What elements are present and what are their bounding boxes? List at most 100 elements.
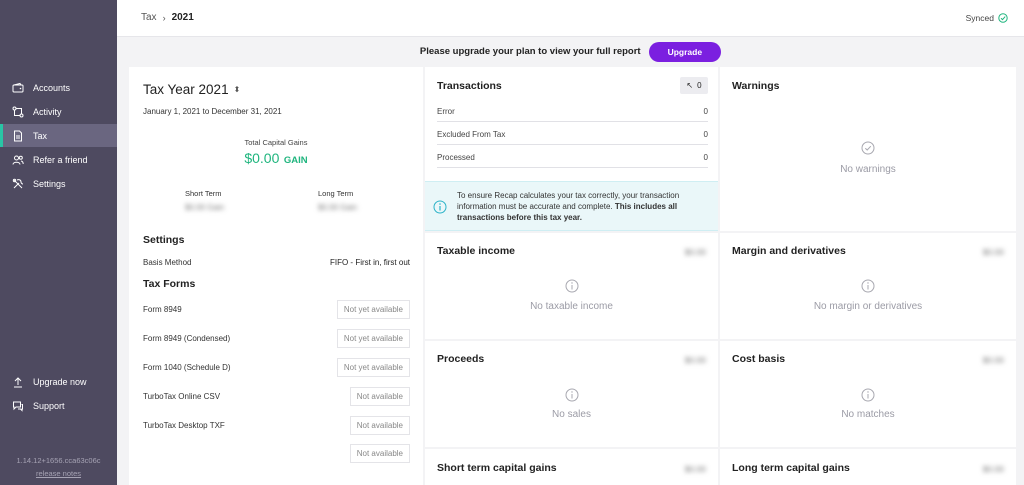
sidebar-item-support[interactable]: Support — [0, 394, 117, 417]
settings-heading: Settings — [143, 234, 185, 246]
tools-icon — [12, 178, 24, 190]
sidebar: Accounts Activity Tax Refer a friend Set… — [0, 0, 117, 485]
form-download-button[interactable]: Not available — [349, 415, 410, 435]
short-term-value: $0.00 Gain — [185, 203, 225, 212]
form-row: TurboTax Desktop TXF Not available — [143, 415, 410, 435]
page-title: Tax Year 2021 — [143, 82, 229, 97]
tax-year-selector[interactable]: Tax Year 2021 ⬍ — [143, 82, 240, 97]
release-notes-link[interactable]: release notes — [0, 469, 117, 478]
long-term-label: Long Term — [318, 189, 354, 198]
sidebar-item-upgrade[interactable]: Upgrade now — [0, 370, 117, 393]
info-notice: To ensure Recap calculates your tax corr… — [425, 181, 718, 231]
card-empty: No matches — [841, 409, 895, 420]
breadcrumb: Tax › 2021 — [141, 12, 194, 23]
transaction-row-error[interactable]: Error 0 — [437, 101, 708, 122]
card-empty: No taxable income — [530, 301, 613, 312]
margin-card: Margin and derivatives $0.00 No margin o… — [720, 233, 1016, 339]
form-label: Form 8949 (Condensed) — [143, 333, 231, 343]
sidebar-item-tax[interactable]: Tax — [0, 124, 117, 147]
card-value: $0.00 — [684, 464, 706, 474]
tax-summary-panel: Tax Year 2021 ⬍ January 1, 2021 to Decem… — [129, 67, 423, 485]
sync-status: Synced — [966, 13, 1008, 23]
gains-label: Total Capital Gains — [244, 138, 308, 147]
transactions-count-button[interactable]: ↖ 0 — [680, 77, 708, 94]
sort-icon: ⬍ — [233, 85, 241, 94]
info-icon — [565, 388, 578, 402]
transactions-panel: Transactions ↖ 0 Error 0 Excluded From T… — [425, 67, 718, 181]
form-label: Form 8949 — [143, 304, 182, 314]
sidebar-item-label: Refer a friend — [33, 154, 88, 165]
form-download-button[interactable]: Not yet available — [336, 299, 410, 319]
banner-text: Please upgrade your plan to view your fu… — [419, 46, 641, 57]
warnings-title: Warnings — [732, 80, 780, 92]
sidebar-item-label: Activity — [33, 106, 62, 117]
form-label: Form 1040 (Schedule D) — [143, 362, 231, 372]
card-value: $0.00 — [982, 355, 1004, 365]
sidebar-item-accounts[interactable]: Accounts — [0, 76, 117, 99]
sidebar-item-label: Upgrade now — [33, 376, 87, 387]
basis-method-row: Basis Method FIFO - First in, first out — [143, 252, 410, 272]
card-title: Long term capital gains — [732, 462, 850, 474]
info-icon — [861, 388, 875, 402]
date-range: January 1, 2021 to December 31, 2021 — [143, 107, 282, 116]
total-gains: $0.00 GAIN — [129, 150, 423, 166]
sidebar-item-refer[interactable]: Refer a friend — [0, 148, 117, 171]
short-term-gains-card: Short term capital gains $0.00 — [425, 449, 718, 485]
upgrade-button[interactable]: Upgrade — [648, 41, 722, 62]
card-title: Taxable income — [437, 245, 516, 257]
form-row: Form 8949 Not yet available — [143, 299, 410, 319]
row-value: 0 — [703, 106, 708, 116]
card-title: Margin and derivatives — [732, 245, 846, 257]
basis-method-value: FIFO - First in, first out — [329, 257, 410, 267]
info-icon — [565, 279, 578, 293]
sidebar-item-label: Tax — [33, 130, 48, 141]
warnings-panel: Warnings No warnings — [720, 67, 1016, 231]
version-text: 1.14.12+1656.cca63c06c — [16, 456, 101, 465]
info-icon — [861, 279, 875, 293]
form-row: TurboTax Online CSV Not available — [143, 386, 410, 406]
transactions-title: Transactions — [437, 80, 502, 92]
sidebar-item-activity[interactable]: Activity — [0, 100, 117, 123]
form-row: Not available — [143, 443, 410, 463]
gains-suffix: GAIN — [283, 155, 308, 166]
form-download-button[interactable]: Not yet available — [336, 328, 410, 348]
short-term-label: Short Term — [185, 189, 222, 198]
upgrade-banner: Please upgrade your plan to view your fu… — [117, 37, 1024, 66]
card-empty: No margin or derivatives — [813, 301, 923, 312]
sidebar-item-label: Settings — [33, 178, 66, 189]
sidebar-item-label: Support — [33, 400, 65, 411]
form-label: TurboTax Online CSV — [143, 391, 221, 401]
breadcrumb-current: 2021 — [171, 12, 194, 23]
sidebar-item-settings[interactable]: Settings — [0, 172, 117, 195]
form-download-button[interactable]: Not available — [349, 443, 410, 463]
form-download-button[interactable]: Not yet available — [336, 357, 410, 377]
form-download-button[interactable]: Not available — [349, 386, 410, 406]
long-term-value: $0.00 Gain — [318, 203, 358, 212]
card-value: $0.00 — [684, 247, 706, 257]
cost-basis-card: Cost basis $0.00 No matches — [720, 341, 1016, 447]
card-title: Cost basis — [732, 353, 786, 365]
info-icon — [433, 200, 447, 214]
row-label: Processed — [437, 152, 475, 162]
transaction-row-excluded[interactable]: Excluded From Tax 0 — [437, 124, 708, 145]
sync-status-label: Synced — [965, 13, 994, 23]
long-term-gains-card: Long term capital gains $0.00 — [720, 449, 1016, 485]
arrow-up-left-icon: ↖ — [686, 81, 694, 90]
users-icon — [12, 154, 24, 166]
breadcrumb-parent[interactable]: Tax — [141, 12, 157, 23]
check-circle-icon — [998, 13, 1008, 23]
taxable-income-card: Taxable income $0.00 No taxable income — [425, 233, 718, 339]
transactions-count: 0 — [697, 81, 702, 90]
form-row: Form 8949 (Condensed) Not yet available — [143, 328, 410, 348]
document-icon — [12, 130, 24, 142]
chevron-right-icon: › — [162, 12, 166, 23]
form-row: Form 1040 (Schedule D) Not yet available — [143, 357, 410, 377]
chat-icon — [12, 400, 24, 412]
row-label: Excluded From Tax — [437, 129, 506, 139]
warnings-empty: No warnings — [840, 164, 896, 175]
gains-value: $0.00 — [244, 150, 280, 166]
wallet-icon — [12, 82, 24, 94]
transaction-row-processed[interactable]: Processed 0 — [437, 147, 708, 168]
info-text: To ensure Recap calculates your tax corr… — [457, 190, 707, 223]
tax-forms-heading: Tax Forms — [143, 278, 196, 290]
